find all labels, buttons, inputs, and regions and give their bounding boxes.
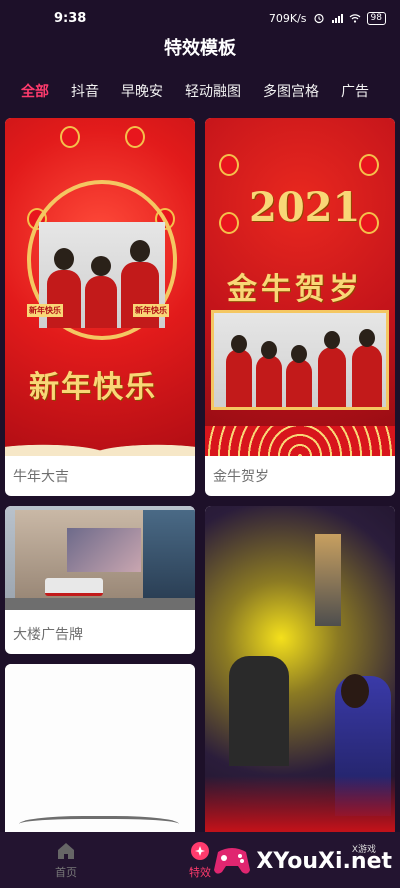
effects-icon xyxy=(191,842,209,860)
lantern-icon xyxy=(219,212,239,234)
lantern-icon xyxy=(219,154,239,176)
crowd-figure xyxy=(229,656,289,766)
nav-home[interactable]: 首页 xyxy=(36,840,96,880)
lantern-icon xyxy=(125,126,145,148)
alarm-icon xyxy=(313,13,324,24)
watermark-small-text: X游戏 xyxy=(351,845,376,855)
seal-right: 新年快乐 xyxy=(133,304,169,317)
network-speed: 709K/s xyxy=(268,11,307,25)
seal-left: 新年快乐 xyxy=(27,304,63,317)
template-thumbnail xyxy=(5,506,195,610)
cloud-decoration xyxy=(5,430,195,456)
wave-pattern xyxy=(205,426,395,456)
template-caption: 牛年大吉 xyxy=(13,469,69,485)
dancer-figure xyxy=(315,534,341,626)
signal-icon xyxy=(331,14,343,23)
category-tabs: 全部 抖音 早晚安 轻动融图 多图宫格 广告 xyxy=(0,78,400,104)
status-bar: 9:38 709K/s 98 xyxy=(0,0,400,36)
gamepad-icon xyxy=(214,848,251,874)
tower-shape xyxy=(143,510,195,600)
lantern-icon xyxy=(359,154,379,176)
tab-douyin[interactable]: 抖音 xyxy=(71,81,99,101)
status-time: 9:38 xyxy=(54,10,87,26)
bottom-nav: 首页 特效 XYouXi.net X游戏 xyxy=(0,832,400,888)
road-shape xyxy=(5,598,195,610)
template-feed[interactable]: 新年快乐 新年快乐 新年快乐 牛年大吉 2021 金牛贺岁 金牛贺岁 大楼广告牌 xyxy=(0,110,400,832)
template-thumbnail xyxy=(5,664,195,832)
template-card[interactable] xyxy=(205,506,395,832)
wifi-icon xyxy=(349,14,360,23)
template-thumbnail xyxy=(205,506,395,832)
template-caption: 大楼广告牌 xyxy=(13,627,83,643)
tab-all[interactable]: 全部 xyxy=(21,81,49,101)
tab-ads[interactable]: 广告 xyxy=(341,81,369,101)
template-card[interactable]: 大楼广告牌 xyxy=(5,506,195,654)
template-thumbnail: 新年快乐 新年快乐 新年快乐 xyxy=(5,118,195,456)
tab-morning-night[interactable]: 早晚安 xyxy=(121,81,163,101)
bus-shape xyxy=(45,578,103,596)
lantern-icon xyxy=(60,126,80,148)
template-caption: 金牛贺岁 xyxy=(213,469,269,485)
handwriting-shape xyxy=(19,816,179,832)
page-title: 特效模板 xyxy=(164,38,236,59)
lantern-icon xyxy=(359,212,379,234)
billboard-screen xyxy=(67,528,141,572)
tab-light-blend[interactable]: 轻动融图 xyxy=(185,81,241,101)
family-photo xyxy=(211,310,389,410)
template-card[interactable]: 新年快乐 新年快乐 新年快乐 牛年大吉 xyxy=(5,118,195,496)
crowd-head xyxy=(341,674,369,708)
thumb-title-text: 金牛贺岁 xyxy=(227,272,363,307)
watermark: XYouXi.net X游戏 xyxy=(212,844,392,878)
battery-icon: 98 xyxy=(366,11,386,25)
home-icon xyxy=(58,843,74,859)
thumb-year-text: 2021 xyxy=(249,184,361,231)
template-thumbnail: 2021 金牛贺岁 xyxy=(205,118,395,456)
nav-home-label: 首页 xyxy=(55,866,77,879)
template-card[interactable]: 2021 金牛贺岁 金牛贺岁 xyxy=(205,118,395,496)
nav-effects-label: 特效 xyxy=(189,866,211,879)
thumb-title-text: 新年快乐 xyxy=(29,370,157,405)
template-card[interactable] xyxy=(5,664,195,832)
tab-multi-grid[interactable]: 多图宫格 xyxy=(263,81,319,101)
status-icons: 709K/s 98 xyxy=(268,11,386,25)
stage-glow xyxy=(205,776,395,832)
